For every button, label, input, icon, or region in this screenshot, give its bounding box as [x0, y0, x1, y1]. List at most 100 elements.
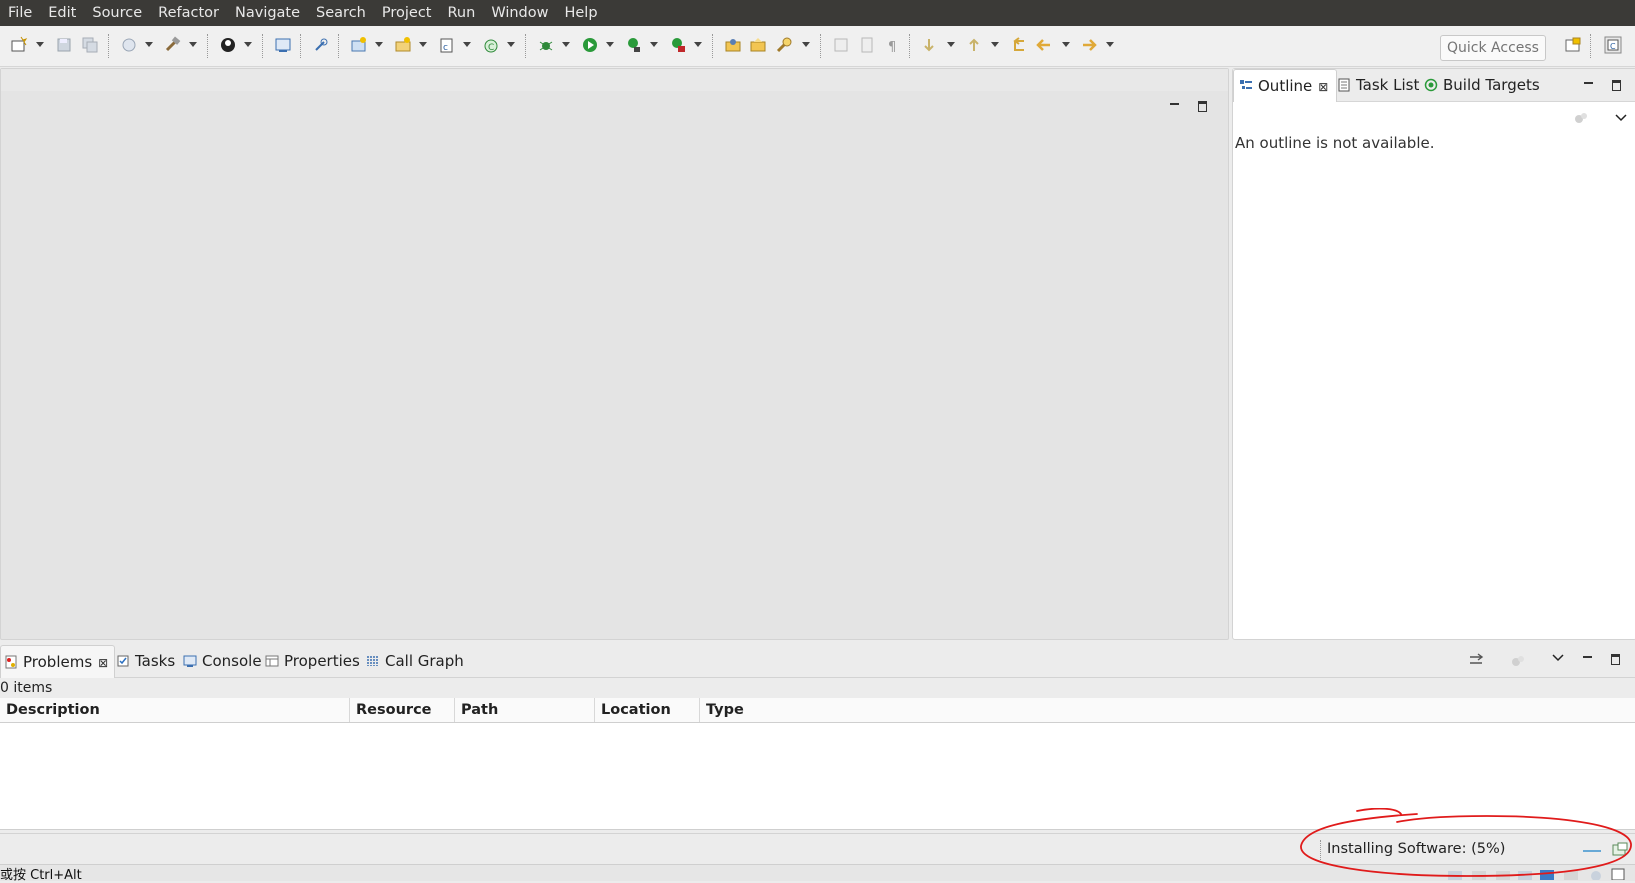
minimize-icon — [1584, 82, 1593, 84]
debug-target-icon[interactable] — [219, 36, 237, 54]
debug-dropdown-icon[interactable] — [562, 42, 570, 47]
view-menu-icon[interactable] — [1615, 114, 1627, 122]
new-folder-dropdown-icon[interactable] — [419, 42, 427, 47]
open-element-icon[interactable] — [749, 36, 767, 54]
tab-properties[interactable]: Properties — [265, 645, 360, 677]
outline-icon — [1240, 80, 1252, 89]
menu-edit[interactable]: Edit — [40, 0, 84, 26]
editor-header — [1, 69, 1228, 91]
debug-icon[interactable] — [537, 36, 555, 54]
toolbar-separator — [262, 34, 263, 58]
maximize-icon — [1198, 101, 1207, 112]
tab-tasks[interactable]: Tasks — [116, 645, 175, 677]
menu-run[interactable]: Run — [440, 0, 484, 26]
menu-navigate[interactable]: Navigate — [227, 0, 308, 26]
search-pin-icon[interactable] — [312, 36, 330, 54]
outline-panel: Outline ⊠ Task List Build Targets An outl… — [1232, 68, 1635, 640]
menu-source[interactable]: Source — [84, 0, 150, 26]
previous-annotation-dropdown-icon[interactable] — [991, 42, 999, 47]
tab-call-graph[interactable]: Call Graph — [366, 645, 464, 677]
forward-dropdown-icon[interactable] — [1106, 42, 1114, 47]
focus-icon[interactable] — [1510, 654, 1526, 668]
coverage-dropdown-icon[interactable] — [650, 42, 658, 47]
toolbar-separator — [909, 34, 910, 58]
c-cpp-perspective-icon[interactable]: C — [1604, 36, 1622, 54]
new-folder-icon[interactable] — [394, 36, 412, 54]
view-menu-icon[interactable] — [1552, 654, 1564, 662]
run-dropdown-icon[interactable] — [606, 42, 614, 47]
print-dropdown-icon[interactable] — [145, 42, 153, 47]
tab-problems[interactable]: Problems ⊠ — [0, 645, 116, 679]
new-class-wizard-dropdown-icon[interactable] — [507, 42, 515, 47]
coverage-icon[interactable] — [625, 36, 643, 54]
next-annotation-icon[interactable] — [920, 36, 938, 54]
external-tools-icon[interactable] — [669, 36, 687, 54]
problems-maximize-button[interactable] — [1610, 653, 1622, 665]
menu-file[interactable]: File — [0, 0, 40, 26]
new-dropdown-icon[interactable] — [36, 42, 44, 47]
editor-minimize-button[interactable] — [1169, 98, 1181, 110]
new-class-wizard-icon[interactable]: C — [482, 36, 500, 54]
tab-console[interactable]: Console — [183, 645, 262, 677]
menu-refactor[interactable]: Refactor — [150, 0, 227, 26]
progress-status-text[interactable]: Installing Software: (5%) — [1327, 841, 1505, 857]
show-whitespace-icon[interactable]: ¶ — [883, 36, 901, 54]
tab-build-targets-label: Build Targets — [1443, 76, 1540, 94]
terminal-icon[interactable] — [274, 36, 292, 54]
column-description[interactable]: Description — [0, 698, 350, 722]
outline-maximize-button[interactable] — [1611, 79, 1623, 91]
previous-annotation-icon[interactable] — [965, 36, 983, 54]
build-dropdown-icon[interactable] — [189, 42, 197, 47]
tab-problems-label: Problems — [23, 653, 93, 671]
forward-arrow-icon[interactable] — [1080, 36, 1098, 54]
sync-link-icon[interactable] — [1469, 653, 1485, 667]
new-icon[interactable] — [10, 36, 28, 54]
quick-access-input[interactable] — [1440, 35, 1546, 61]
column-location[interactable]: Location — [595, 698, 700, 722]
progress-view-icon[interactable] — [1612, 842, 1628, 858]
build-hammer-icon[interactable] — [164, 36, 182, 54]
search-flashlight-icon[interactable] — [775, 36, 793, 54]
problems-minimize-button[interactable] — [1582, 651, 1594, 663]
back-dropdown-icon[interactable] — [1062, 42, 1070, 47]
new-class-dropdown-icon[interactable] — [463, 42, 471, 47]
back-arrow-icon[interactable] — [1035, 36, 1053, 54]
column-type[interactable]: Type — [700, 698, 1635, 722]
outline-minimize-button[interactable] — [1583, 77, 1595, 89]
search-dropdown-icon[interactable] — [802, 42, 810, 47]
column-path[interactable]: Path — [455, 698, 595, 722]
tab-outline[interactable]: Outline ⊠ — [1233, 69, 1338, 103]
save-all-icon[interactable] — [81, 36, 99, 54]
tab-task-list[interactable]: Task List — [1337, 69, 1419, 101]
maximize-icon — [1611, 654, 1620, 665]
external-tools-dropdown-icon[interactable] — [694, 42, 702, 47]
properties-icon — [265, 655, 279, 667]
run-icon[interactable] — [581, 36, 599, 54]
close-icon[interactable]: ⊠ — [98, 647, 108, 679]
print-icon[interactable] — [120, 36, 138, 54]
debug-target-dropdown-icon[interactable] — [244, 42, 252, 47]
toggle-block-selection-icon[interactable] — [858, 36, 876, 54]
last-edit-location-icon[interactable] — [1010, 36, 1028, 54]
new-project-dropdown-icon[interactable] — [375, 42, 383, 47]
save-icon[interactable] — [55, 36, 73, 54]
menu-search[interactable]: Search — [308, 0, 374, 26]
next-annotation-dropdown-icon[interactable] — [947, 42, 955, 47]
menu-window[interactable]: Window — [483, 0, 556, 26]
tray-icons — [1448, 870, 1601, 880]
tab-build-targets[interactable]: Build Targets — [1424, 69, 1540, 101]
editor-maximize-button[interactable] — [1197, 100, 1209, 112]
minimize-trim-icon[interactable] — [1610, 867, 1626, 880]
toggle-mark-occurrences-icon[interactable] — [832, 36, 850, 54]
open-perspective-icon[interactable] — [1564, 36, 1582, 54]
open-type-icon[interactable] — [724, 36, 742, 54]
toolbar-separator — [1590, 34, 1591, 58]
menu-help[interactable]: Help — [556, 0, 605, 26]
column-resource[interactable]: Resource — [350, 698, 455, 722]
new-project-icon[interactable] — [350, 36, 368, 54]
focus-icon[interactable] — [1573, 111, 1589, 125]
new-class-icon[interactable]: c — [438, 36, 456, 54]
menu-project[interactable]: Project — [374, 0, 440, 26]
problems-icon — [5, 655, 17, 669]
close-icon[interactable]: ⊠ — [1318, 71, 1328, 103]
